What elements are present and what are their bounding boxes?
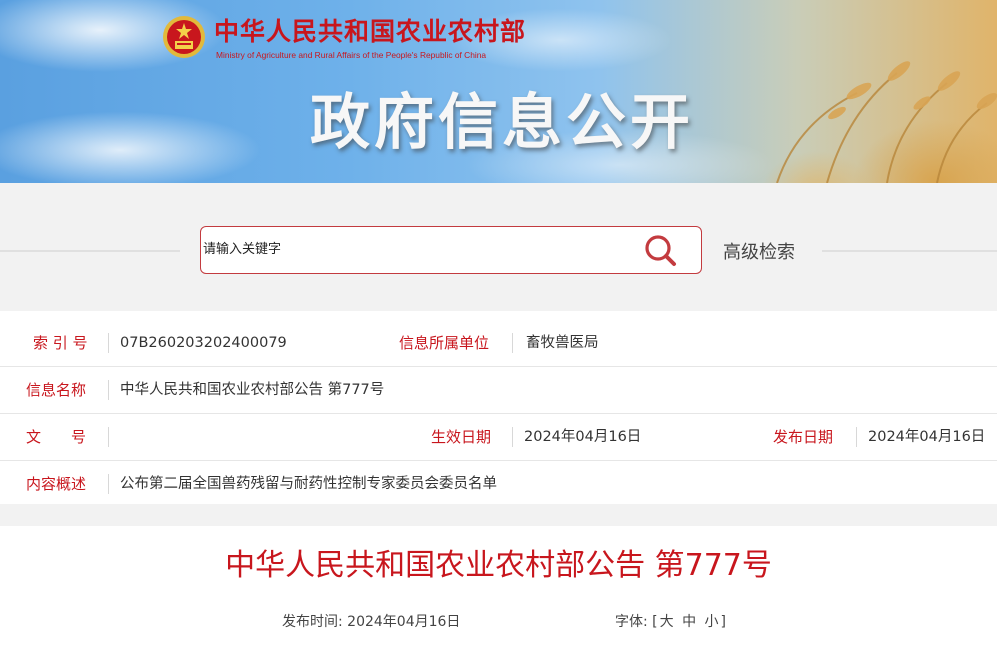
section-gap (0, 504, 997, 526)
index-label: 索 引 号 (33, 334, 88, 352)
font-size-small-option[interactable]: 小 (705, 614, 719, 630)
metadata-table: 索 引 号 07B260203202400079 信息所属单位 畜牧兽医局 信息… (0, 320, 997, 507)
font-bracket-close: ] (720, 614, 727, 630)
effective-date-label: 生效日期 (431, 428, 492, 446)
separator (108, 333, 109, 353)
font-bracket-open: [ (652, 614, 658, 630)
divider-left (0, 250, 180, 252)
publish-time-label: 发布时间: (282, 614, 343, 630)
search-input[interactable] (201, 227, 633, 272)
publish-date-value: 2024年04月16日 (868, 429, 986, 445)
effective-date-value: 2024年04月16日 (524, 429, 642, 445)
wheat-decoration (737, 33, 997, 183)
separator (856, 427, 857, 447)
font-size-medium-option[interactable]: 中 (682, 614, 696, 630)
divider-right (822, 250, 997, 252)
index-value: 07B260203202400079 (120, 335, 287, 351)
org-label: 信息所属单位 (399, 334, 490, 352)
header-banner: 中华人民共和国农业农村部 Ministry of Agriculture and… (0, 0, 997, 183)
name-label: 信息名称 (26, 381, 87, 399)
summary-label: 内容概述 (26, 475, 87, 493)
separator (108, 427, 109, 447)
search-box (200, 226, 702, 274)
summary-value: 公布第二届全国兽药残留与耐药性控制专家委员会委员名单 (120, 476, 497, 492)
article-title: 中华人民共和国农业农村部公告 第777号 (225, 548, 772, 583)
separator (108, 474, 109, 494)
national-emblem-icon[interactable] (162, 14, 206, 60)
name-value: 中华人民共和国农业农村部公告 第777号 (120, 382, 385, 398)
advanced-search-link[interactable]: 高级检索 (723, 238, 795, 264)
publish-date-label: 发布日期 (773, 428, 834, 446)
search-band: 高级检索 (0, 183, 997, 311)
separator (512, 427, 513, 447)
meta-row-name: 信息名称 中华人民共和国农业农村部公告 第777号 (0, 367, 997, 414)
search-icon (645, 235, 676, 266)
search-button[interactable] (641, 232, 681, 270)
doc-no-label: 文 号 (26, 428, 87, 446)
font-size-control: 字体: [大 中 小] (615, 611, 726, 631)
publish-time-value: 2024年04月16日 (347, 614, 461, 630)
font-size-large-option[interactable]: 大 (660, 614, 674, 630)
section-title: 政府信息公开 (310, 88, 694, 158)
ministry-name-en: Ministry of Agriculture and Rural Affair… (216, 50, 487, 60)
ministry-name[interactable]: 中华人民共和国农业农村部 (214, 17, 526, 47)
publish-time: 发布时间: 2024年04月16日 (282, 611, 460, 631)
separator (512, 333, 513, 353)
font-size-label: 字体: (615, 614, 648, 630)
meta-row-index: 索 引 号 07B260203202400079 信息所属单位 畜牧兽医局 (0, 320, 997, 367)
separator (108, 380, 109, 400)
meta-row-summary: 内容概述 公布第二届全国兽药残留与耐药性控制专家委员会委员名单 (0, 461, 997, 507)
org-value: 畜牧兽医局 (526, 335, 599, 351)
meta-row-dates: 文 号 生效日期 2024年04月16日 发布日期 2024年04月16日 (0, 414, 997, 461)
